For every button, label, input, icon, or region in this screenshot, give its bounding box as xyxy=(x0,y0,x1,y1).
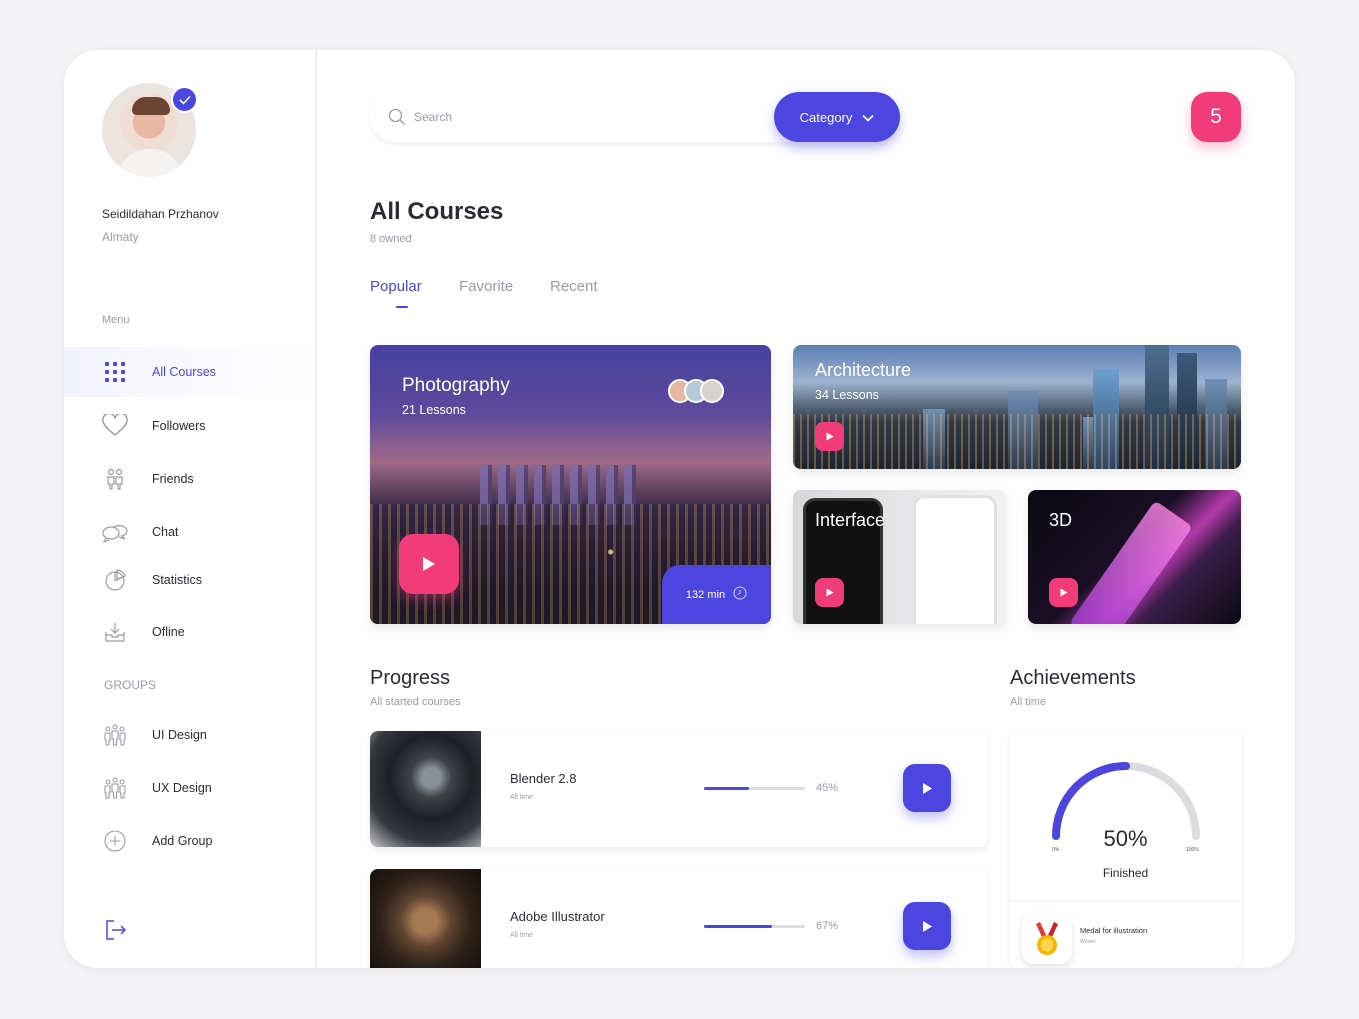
category-dropdown[interactable]: Category xyxy=(774,92,900,142)
course-title: Interface xyxy=(815,510,886,530)
download-icon xyxy=(102,619,128,645)
sidebar-group-ui-design[interactable]: UI Design xyxy=(64,710,318,760)
course-thumbnail xyxy=(370,731,481,847)
play-button[interactable] xyxy=(1049,578,1078,607)
course-sub: All time xyxy=(510,932,533,939)
sidebar-add-group[interactable]: Add Group xyxy=(64,816,318,866)
medal-name: Medal for illustration xyxy=(1080,926,1148,935)
duration-text: 132 min xyxy=(685,588,726,601)
pie-chart-icon xyxy=(102,567,128,593)
play-button[interactable] xyxy=(903,764,951,812)
search-icon xyxy=(388,108,406,131)
play-button[interactable] xyxy=(815,422,844,451)
course-card-photography[interactable]: Photography 21 Lessons 132 min xyxy=(370,345,771,624)
people-group-icon xyxy=(102,775,128,801)
progress-title: Progress xyxy=(370,667,451,689)
menu-heading: Menu xyxy=(102,314,130,326)
play-icon xyxy=(922,782,932,794)
play-button[interactable] xyxy=(399,534,459,594)
page-subtitle: 8 owned xyxy=(370,233,412,245)
progress-fill xyxy=(704,925,772,928)
sidebar-item-label: UX Design xyxy=(152,781,212,795)
category-label: Category xyxy=(799,109,853,125)
play-icon xyxy=(423,557,435,571)
plus-circle-icon xyxy=(102,828,128,854)
course-title: Photography xyxy=(402,375,510,396)
play-icon xyxy=(826,588,833,597)
sidebar-item-ofline[interactable]: Ofline xyxy=(64,607,318,657)
sidebar-group-ux-design[interactable]: UX Design xyxy=(64,763,318,813)
course-lessons: 21 Lessons xyxy=(402,403,466,417)
achievements-subtitle: All time xyxy=(1010,696,1047,708)
achievements-card: 0% 100% 50% Finished Medal for illustrat… xyxy=(1010,730,1241,968)
play-button[interactable] xyxy=(903,902,951,950)
course-title: 3D xyxy=(1049,510,1073,530)
gauge-caption: Finished xyxy=(1102,866,1149,880)
play-icon xyxy=(826,432,833,441)
course-title: Architecture xyxy=(815,360,912,380)
sidebar-item-label: Followers xyxy=(152,419,206,433)
sidebar-item-label: Friends xyxy=(152,472,194,486)
progress-percent: 67% xyxy=(816,920,839,932)
groups-heading: GROUPS xyxy=(104,678,157,692)
progress-row-illustrator[interactable]: Adobe Illustrator All time 67% xyxy=(370,869,987,968)
course-name: Adobe Illustrator xyxy=(510,909,605,924)
divider xyxy=(1010,900,1241,901)
progress-bar xyxy=(704,925,805,928)
sidebar-item-label: All Courses xyxy=(152,365,216,379)
participant-avatars xyxy=(668,379,724,403)
grid-icon xyxy=(102,359,128,385)
sidebar-item-chat[interactable]: Chat xyxy=(64,507,318,557)
achievements-title: Achievements xyxy=(1010,667,1136,689)
page-title: All Courses xyxy=(370,198,504,225)
sidebar-item-followers[interactable]: Followers xyxy=(64,401,318,451)
sidebar-item-statistics[interactable]: Statistics xyxy=(64,555,318,605)
clock-icon xyxy=(733,586,747,603)
sidebar-item-label: UI Design xyxy=(152,728,207,742)
play-icon xyxy=(922,920,932,932)
people-group-icon xyxy=(102,722,128,748)
course-card-interface[interactable]: Interface xyxy=(793,490,1006,624)
progress-percent: 45% xyxy=(816,782,839,794)
active-tab-indicator xyxy=(396,306,408,308)
search-input[interactable] xyxy=(414,107,744,127)
sidebar-item-friends[interactable]: Friends xyxy=(64,454,318,504)
progress-row-blender[interactable]: Blender 2.8 All time 45% xyxy=(370,731,987,847)
progress-subtitle: All started courses xyxy=(370,696,461,708)
course-card-architecture[interactable]: Architecture 34 Lessons xyxy=(793,345,1241,469)
main-content: Category 5 All Courses 8 owned Popular F… xyxy=(318,50,1295,968)
sidebar-item-label: Ofline xyxy=(152,625,185,639)
chat-icon xyxy=(102,519,128,545)
duration-badge: 132 min xyxy=(662,565,771,624)
chevron-down-icon xyxy=(862,110,874,125)
course-sub: All time xyxy=(510,794,533,801)
sidebar-item-all-courses[interactable]: All Courses xyxy=(64,347,318,397)
heart-icon xyxy=(102,413,128,439)
course-lessons: 34 Lessons xyxy=(815,388,879,402)
verified-check-icon xyxy=(171,86,198,113)
notification-badge[interactable]: 5 xyxy=(1191,92,1241,142)
medal-sub: Winner xyxy=(1080,939,1096,945)
friends-icon xyxy=(102,466,128,492)
user-city: Almaty xyxy=(102,230,139,244)
tab-favorite[interactable]: Favorite xyxy=(459,278,513,295)
logout-icon[interactable] xyxy=(104,918,128,942)
app-window: Seidildahan Przhanov Almaty Menu All Cou… xyxy=(64,50,1295,968)
sidebar-item-label: Chat xyxy=(152,525,179,539)
sidebar-item-label: Statistics xyxy=(152,573,203,587)
tab-recent[interactable]: Recent xyxy=(550,278,598,295)
user-name: Seidildahan Przhanov xyxy=(102,207,219,221)
progress-bar xyxy=(704,787,805,790)
progress-fill xyxy=(704,787,750,790)
gauge-percent: 50% xyxy=(1103,826,1148,851)
course-card-3d[interactable]: 3D xyxy=(1028,490,1241,624)
course-thumbnail xyxy=(370,869,481,968)
tab-popular[interactable]: Popular xyxy=(370,278,422,295)
course-name: Blender 2.8 xyxy=(510,771,577,786)
medal-icon xyxy=(1022,914,1072,964)
play-button[interactable] xyxy=(815,578,844,607)
sidebar: Seidildahan Przhanov Almaty Menu All Cou… xyxy=(64,50,318,968)
sidebar-item-label: Add Group xyxy=(152,834,213,848)
play-icon xyxy=(1060,588,1067,597)
